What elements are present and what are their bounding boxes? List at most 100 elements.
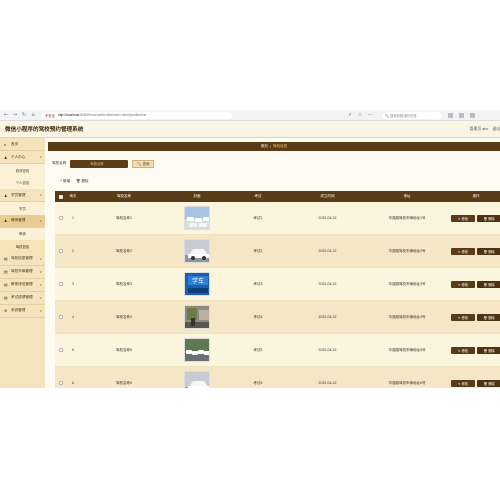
cover-thumbnail[interactable]: [184, 206, 210, 230]
app-header: 微信小程序的驾校预约管理系统 管理员 abo 退出: [0, 121, 500, 138]
edit-button[interactable]: ✎ 修改: [451, 280, 475, 288]
row-founded-date: 2022-04-22: [318, 381, 337, 385]
chevron-down-icon: ∨: [39, 193, 42, 197]
extension-icon[interactable]: [470, 112, 475, 118]
sidebar-item-home[interactable]: ⌂ 首页: [0, 138, 45, 151]
url-host: http://localhost:: [57, 113, 81, 117]
row-checkbox[interactable]: [59, 381, 63, 385]
sidebar-item-label: 教练管理: [11, 218, 26, 222]
table-row[interactable]: 5 驾校名称5 考试5 2022-04-22 华强路驾校车辆地址5号 ✎ 修改 🗑 删除: [55, 334, 500, 367]
delete-button[interactable]: 🗑 删除: [76, 179, 88, 184]
sidebar-subitem-password[interactable]: 修改密码: [0, 164, 45, 177]
list-icon: ▤: [4, 256, 8, 261]
logout-link[interactable]: 退出: [492, 127, 500, 132]
home-icon[interactable]: ⌂: [30, 112, 36, 118]
row-exam: 考试2: [253, 248, 263, 253]
table-row[interactable]: 6 驾校名称6 考试6 2022-04-22 华强路驾校车辆地址6号 ✎ 修改 🗑 删除: [55, 367, 500, 388]
table-row[interactable]: 4 驾校名称4 考试4 2022-04-22 华强路驾校车辆地址4号 ✎ 修改 🗑 删除: [55, 301, 500, 334]
address-bar[interactable]: 不安全 http://localhost: 8080/lenss/admin/d…: [42, 111, 232, 119]
insecure-label: 不安全: [45, 113, 55, 118]
sidebar-item-personal[interactable]: ♟ 个人中心 ∨: [0, 151, 45, 164]
row-founded-date: 2022-04-22: [318, 249, 337, 253]
row-address: 华强路驾校车辆地址2号: [388, 248, 426, 253]
search-label: 驾校名称: [52, 161, 67, 165]
row-delete-button[interactable]: 🗑 删除: [477, 346, 500, 354]
row-exam: 考试5: [253, 347, 263, 352]
sidebar-item-vehicles[interactable]: ▤ 驾校车辆管理 ∨: [0, 265, 45, 279]
row-checkbox[interactable]: [59, 216, 63, 220]
sidebar-subitem-coach[interactable]: 教练: [0, 227, 45, 240]
select-all-checkbox[interactable]: [59, 194, 63, 199]
sidebar-subitem-student[interactable]: 学员: [0, 202, 45, 215]
cover-thumbnail[interactable]: [184, 371, 210, 388]
chevron-down-icon: ∨: [39, 256, 42, 261]
cover-thumbnail[interactable]: [184, 305, 210, 329]
row-index: 1: [72, 216, 74, 220]
column-header: 索引: [69, 194, 77, 198]
extension-icon[interactable]: [448, 112, 453, 118]
row-checkbox[interactable]: [59, 282, 63, 286]
data-table: 索引 驾校名称 封面 考试 成立时间 地址 操作 1 驾校名称1 考试1 2022-0…: [55, 191, 500, 388]
sidebar-item-coaches[interactable]: ♟ 教练管理 ∨: [0, 214, 45, 228]
row-address: 华强路驾校车辆地址3号: [388, 281, 426, 286]
search-input[interactable]: 驾校名称: [70, 159, 129, 168]
row-delete-button[interactable]: 🗑 删除: [477, 214, 500, 222]
star-icon[interactable]: ☆: [357, 112, 363, 118]
sidebar-item-school-info-mgmt[interactable]: ▤ 驾校信息管理 ∨: [0, 252, 45, 266]
chevron-down-icon: ∨: [39, 308, 42, 313]
breadcrumb-home[interactable]: 首页: [261, 144, 268, 149]
row-delete-button[interactable]: 🗑 删除: [477, 247, 500, 255]
cover-thumbnail[interactable]: 学车: [184, 272, 210, 296]
action-row: + 新增 🗑 删除: [45, 177, 500, 185]
row-school-name: 驾校名称2: [116, 248, 132, 253]
cover-thumbnail[interactable]: [184, 239, 210, 263]
row-checkbox[interactable]: [59, 249, 63, 253]
forward-icon[interactable]: →: [12, 112, 18, 118]
breadcrumb-separator: /: [269, 144, 271, 149]
add-button[interactable]: + 新增: [60, 179, 70, 184]
row-delete-button[interactable]: 🗑 删除: [477, 313, 500, 321]
sidebar: ⌂ 首页 ♟ 个人中心 ∨ 修改密码 个人信息 ♟ 学员管理 ∨ 学员 ♟ 教练管理 ∨ 教练…: [0, 138, 45, 388]
table-row[interactable]: 3 驾校名称3 学车 考试3 2022-04-22 华强路驾校车辆地址3号 ✎ 修改 🗑 删除: [55, 268, 500, 301]
table-row[interactable]: 1 驾校名称1 考试1 2022-04-22 华强路驾校车辆地址1号 ✎ 修改 🗑 删除: [55, 202, 500, 235]
row-delete-button[interactable]: 🗑 删除: [477, 280, 500, 288]
extension-icon[interactable]: [459, 112, 464, 118]
row-school-name: 驾校名称4: [116, 314, 132, 319]
row-index: 6: [72, 381, 74, 385]
browser-search-input[interactable]: 🔍 搜索你想找的东西: [382, 111, 442, 119]
sidebar-item-exam-scores[interactable]: ▤ 考试成绩管理 ∨: [0, 291, 45, 305]
edit-button[interactable]: ✎ 修改: [451, 247, 475, 255]
table-header: 索引 驾校名称 封面 考试 成立时间 地址 操作: [55, 191, 500, 202]
table-row[interactable]: 2 驾校名称2 考试2 2022-04-22 华强路驾校车辆地址2号 ✎ 修改 🗑 删除: [55, 235, 500, 268]
row-exam: 考试6: [253, 380, 263, 385]
row-index: 3: [72, 282, 74, 286]
sidebar-subitem-profile[interactable]: 个人信息: [0, 176, 45, 189]
bolt-icon[interactable]: ⚡: [347, 112, 353, 118]
edit-button[interactable]: ✎ 修改: [451, 346, 475, 354]
row-index: 5: [72, 348, 74, 352]
sidebar-item-schedule[interactable]: ▤ 教练排班管理 ∨: [0, 278, 45, 292]
sidebar-item-system[interactable]: ⚙ 系统管理 ∨: [0, 304, 45, 318]
search-icon: 🔍: [137, 161, 142, 166]
cover-thumbnail[interactable]: [184, 338, 210, 362]
refresh-icon[interactable]: ↻: [21, 112, 27, 118]
row-checkbox[interactable]: [59, 348, 63, 352]
row-founded-date: 2022-04-22: [318, 216, 337, 220]
row-delete-button[interactable]: 🗑 删除: [477, 379, 500, 387]
column-header: 操作: [472, 194, 480, 198]
edit-button[interactable]: ✎ 修改: [451, 214, 475, 222]
row-school-name: 驾校名称6: [116, 380, 132, 385]
sidebar-item-students[interactable]: ♟ 学员管理 ∨: [0, 189, 45, 202]
edit-button[interactable]: ✎ 修改: [451, 379, 475, 387]
search-button-label: 查询: [142, 162, 150, 166]
row-checkbox[interactable]: [59, 315, 63, 319]
back-icon[interactable]: ←: [3, 112, 9, 118]
search-button[interactable]: 🔍 查询: [132, 159, 155, 168]
sidebar-subitem-school-info[interactable]: 驾校信息: [0, 240, 45, 253]
row-school-name: 驾校名称3: [116, 281, 132, 286]
edit-button[interactable]: ✎ 修改: [451, 313, 475, 321]
list-icon: ▤: [4, 295, 8, 300]
chevron-down-icon: ∨: [39, 269, 42, 274]
gear-icon: ⚙: [4, 308, 8, 313]
more-icon[interactable]: ⋯: [367, 112, 373, 118]
